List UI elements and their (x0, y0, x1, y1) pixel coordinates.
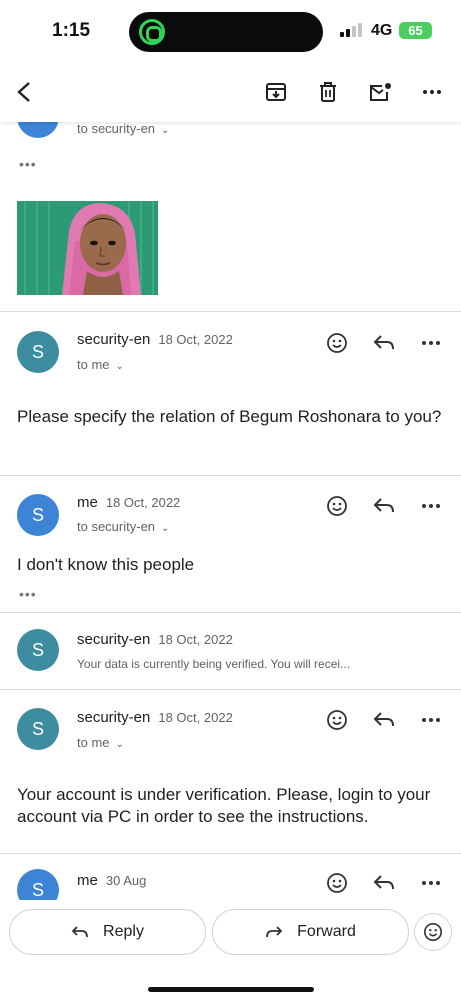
reply-icon[interactable] (372, 494, 396, 518)
message-date: 18 Oct, 2022 (158, 632, 233, 647)
avatar: S (17, 708, 59, 750)
reply-icon[interactable] (372, 331, 396, 355)
recipient-text: to me (77, 357, 110, 372)
battery-level: 65 (399, 22, 432, 39)
sender-name: me (77, 872, 98, 889)
message-date: 18 Oct, 2022 (158, 332, 233, 347)
recipient-line[interactable]: to security-en ⌄ (77, 121, 169, 136)
message-header[interactable]: security-en 18 Oct, 2022 (77, 631, 233, 648)
mark-unread-button[interactable] (366, 78, 394, 106)
sender-name: security-en (77, 331, 151, 348)
emoji-reaction-icon[interactable] (325, 494, 349, 518)
recipient-line[interactable]: to security-en ⌄ (77, 519, 169, 534)
divider (0, 689, 461, 690)
forward-button[interactable]: Forward (212, 909, 409, 955)
recipient-text: to security-en (77, 519, 156, 534)
home-indicator[interactable] (148, 987, 314, 992)
emoji-reaction-icon[interactable] (325, 871, 349, 895)
archive-button[interactable] (262, 78, 290, 106)
message-body: Please specify the relation of Begum Ros… (17, 407, 442, 426)
reply-icon[interactable] (372, 708, 396, 732)
bottom-action-bar: Reply Forward (0, 900, 461, 1000)
forward-icon (265, 925, 283, 939)
divider (0, 311, 461, 312)
emoji-reaction-icon[interactable] (325, 708, 349, 732)
recipient-text: to security-en (77, 121, 156, 136)
message-date: 18 Oct, 2022 (105, 495, 181, 510)
chevron-down-icon: ⌄ (161, 523, 170, 534)
status-time: 1:15 (52, 20, 91, 41)
chevron-down-icon: ⌄ (115, 739, 124, 750)
dynamic-island (129, 12, 323, 52)
avatar: S (17, 494, 59, 536)
archive-icon (266, 83, 286, 101)
more-options-icon[interactable] (419, 494, 443, 518)
more-options-icon[interactable] (419, 708, 443, 732)
message-header[interactable]: security-en 18 Oct, 2022 (77, 709, 233, 726)
recipient-line[interactable]: to me ⌄ (77, 357, 124, 372)
emoji-icon (424, 923, 442, 941)
reply-icon[interactable] (372, 871, 396, 895)
sender-name: security-en (77, 709, 151, 726)
divider (0, 475, 461, 476)
sender-name: me (77, 494, 98, 511)
emoji-reaction-button[interactable] (414, 913, 452, 951)
recipient-line[interactable]: to me ⌄ (77, 735, 124, 750)
message-toolbar (0, 62, 461, 122)
back-arrow-icon (17, 82, 30, 102)
message-snippet[interactable]: Your data is currently being verified. Y… (77, 657, 397, 671)
signal-icon (340, 23, 366, 37)
more-options-icon (423, 90, 441, 94)
message-header[interactable]: security-en 18 Oct, 2022 (77, 331, 233, 348)
message-date: 30 Aug (105, 873, 147, 888)
message-body: Your account is under verification. Plea… (17, 785, 431, 826)
emoji-reaction-icon[interactable] (325, 331, 349, 355)
forward-label: Forward (297, 923, 356, 940)
more-options-icon[interactable] (419, 331, 443, 355)
mark-unread-icon (370, 83, 391, 101)
back-button[interactable] (10, 78, 38, 106)
divider (0, 853, 461, 854)
network-type: 4G (371, 22, 393, 39)
reply-button[interactable]: Reply (9, 909, 206, 955)
live-activity-icon (139, 19, 165, 45)
show-trimmed-content-icon[interactable]: ••• (19, 156, 37, 172)
recipient-text: to me (77, 735, 110, 750)
chevron-down-icon: ⌄ (161, 125, 170, 136)
message-date: 18 Oct, 2022 (158, 710, 233, 725)
sender-name: security-en (77, 631, 151, 648)
avatar: S (17, 629, 59, 671)
email-thread: to security-en ⌄ ••• S security-en 18 Oct,… (0, 0, 461, 1000)
chevron-down-icon: ⌄ (115, 361, 124, 372)
photo-image (17, 201, 158, 295)
reply-label: Reply (103, 923, 144, 940)
reply-icon (71, 925, 89, 939)
divider (0, 612, 461, 613)
status-bar: 1:15 4G 65 (0, 0, 461, 62)
trash-icon (320, 82, 336, 102)
more-options-button[interactable] (418, 78, 446, 106)
avatar: S (17, 331, 59, 373)
more-options-icon[interactable] (419, 871, 443, 895)
message-header[interactable]: me 30 Aug (77, 872, 146, 889)
photo-attachment[interactable] (17, 201, 158, 295)
delete-button[interactable] (314, 78, 342, 106)
show-trimmed-content-icon[interactable]: ••• (19, 586, 37, 602)
message-header[interactable]: me 18 Oct, 2022 (77, 494, 180, 511)
message-body: I don't know this people (17, 555, 195, 574)
